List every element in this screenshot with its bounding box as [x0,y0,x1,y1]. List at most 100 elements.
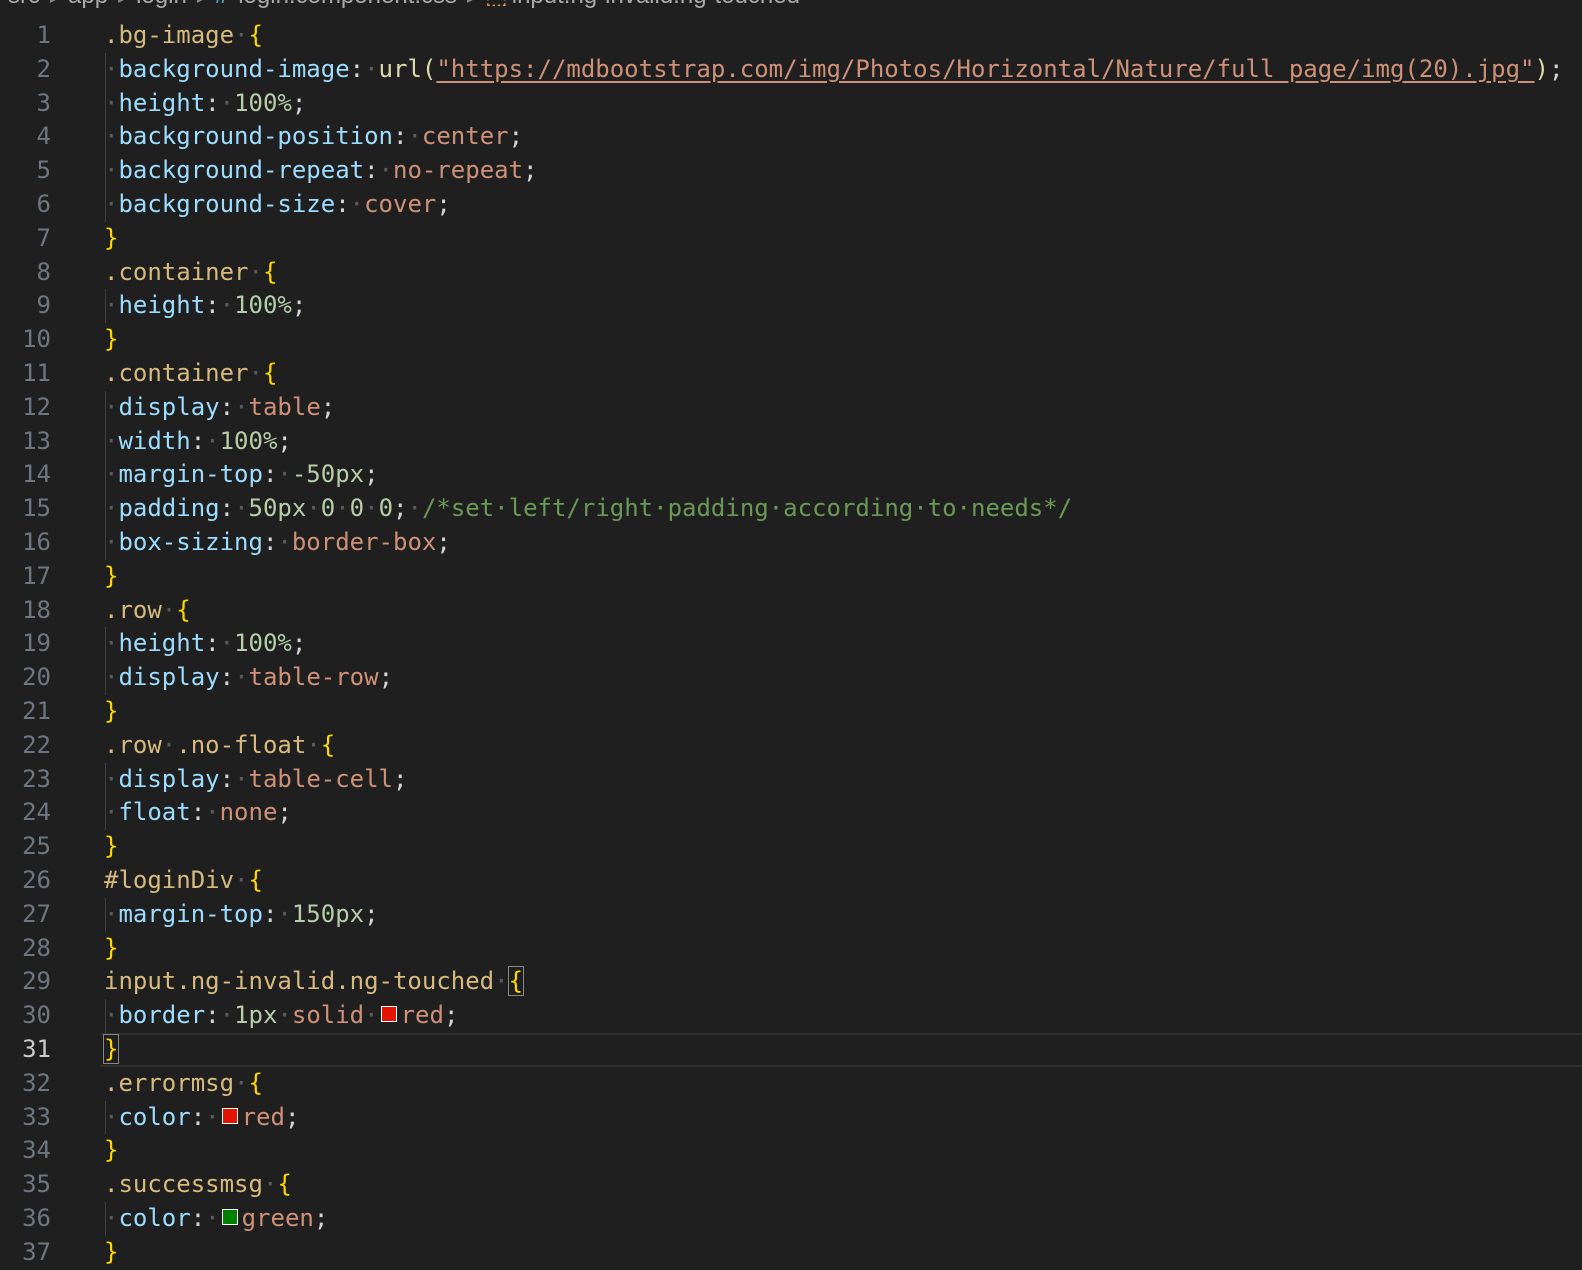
code-token: height [118,88,206,117]
code-token: 100% [234,629,292,658]
code-line[interactable]: 13 ·width:·100%; [0,424,1582,459]
line-number: 18 [22,595,51,624]
code-line[interactable]: 25} [0,830,1582,864]
breadcrumb-item-file[interactable]: login.component.css [238,0,457,9]
code-token: ; [443,1001,459,1030]
line-number: 36 [22,1203,51,1232]
line-number: 33 [22,1102,51,1131]
code-token: color [118,1102,191,1131]
code-token: · [205,798,220,827]
code-line[interactable]: 21} [0,695,1582,729]
code-token: } [104,1237,119,1266]
code-token: 100% [234,88,292,117]
color-swatch-icon[interactable] [221,1107,238,1124]
code-token: red [241,1102,285,1131]
code-token: table [248,392,321,421]
code-token: 0 [320,494,336,523]
code-token: · [104,1102,119,1131]
code-text: .row·{ [104,594,191,628]
code-line[interactable]: 4 ·background-position:·center; [0,120,1582,155]
line-number: 29 [22,967,51,996]
code-line[interactable]: 18 .row·{ [0,594,1582,628]
code-text: } [104,1236,118,1270]
color-swatch-icon[interactable] [380,1006,397,1023]
code-token: ; [291,291,307,320]
line-number: 20 [22,663,51,692]
code-line[interactable]: 3 ·height:·100%; [0,86,1582,121]
code-line[interactable]: 1 .bg-image·{ [0,19,1582,53]
code-line[interactable]: 10} [0,323,1582,357]
chevron-right-icon: ▸ [50,0,58,7]
breadcrumb-item-src[interactable]: src [8,0,40,9]
code-token: ; [277,426,292,455]
code-token: ; [393,764,408,793]
code-token: : [393,122,408,151]
breadcrumb-item-app[interactable]: app [68,0,108,9]
code-token: { [262,257,278,286]
code-line[interactable]: 12 ·display:·table; [0,390,1582,425]
code-token: · [104,460,119,489]
code-token: · [407,494,422,523]
color-swatch-icon[interactable] [221,1208,238,1225]
code-line[interactable]: 26 #loginDiv·{ [0,864,1582,898]
code-line[interactable]: 31} [0,1032,1582,1067]
code-line[interactable]: 37} [0,1236,1582,1270]
code-line[interactable]: 32 .errormsg·{ [0,1067,1582,1101]
code-line[interactable]: 7} [0,222,1582,256]
code-token: 0 [349,494,365,523]
code-token: .container [104,358,249,387]
code-token: : [219,764,235,793]
code-line[interactable]: 15 ·padding:·50px·0·0·0;·/*set·left/right… [0,492,1582,526]
code-text: ·height:·100%; [104,627,306,661]
code-line[interactable]: 34} [0,1134,1582,1168]
breadcrumb-item-login[interactable]: login [136,0,187,9]
code-line[interactable]: 17} [0,560,1582,594]
code-line[interactable]: 11 .container·{ [0,357,1582,391]
code-line[interactable]: 16 ·box-sizing:·border-box; [0,525,1582,560]
code-token: } [104,1136,119,1165]
code-token: input.ng-invalid.ng-touched [104,967,495,996]
line-number: 16 [22,527,51,556]
code-line[interactable]: 14 ·margin-top:·-50px; [0,458,1582,493]
code-line[interactable]: 36 ·color:· green; [0,1201,1582,1236]
code-line[interactable]: 5 ·background-repeat:·no-repeat; [0,154,1582,188]
code-token: /*set·left/right·padding·according·to·ne… [421,494,1073,523]
code-token: float [118,798,191,827]
code-line[interactable]: 19 ·height:·100%; [0,627,1582,662]
code-token: : [190,798,206,827]
code-text: } [104,222,118,256]
line-number: 24 [22,798,51,827]
line-number: 35 [22,1170,51,1199]
chevron-right-icon: ▸ [118,0,126,7]
code-line[interactable]: 24 ·float:·none; [0,796,1582,831]
code-line[interactable]: 33 ·color:· red; [0,1100,1582,1135]
code-line[interactable]: 30 ·border:·1px·solid· red; [0,999,1582,1033]
code-line[interactable]: 6 ·background-size:·cover; [0,187,1582,222]
code-line[interactable]: 23 ·display:·table-cell; [0,762,1582,797]
code-token: .bg-image [104,21,235,49]
code-line[interactable]: 22 .row·.no-float·{ [0,729,1582,763]
code-line[interactable]: 35 .successmsg·{ [0,1168,1582,1202]
code-line[interactable]: 2 ·background-image:·url("https://mdboots… [0,52,1582,87]
code-line[interactable]: 20 ·display:·table-row; [0,661,1582,695]
line-number: 37 [22,1237,51,1266]
code-line[interactable]: 9 ·height:·100%; [0,289,1582,324]
code-token: 150px [291,899,365,928]
code-line[interactable]: 8 .container·{ [0,256,1582,290]
code-text: input.ng-invalid.ng-touched·{ [104,965,525,999]
code-token: .row [104,595,162,624]
code-line[interactable]: 28} [0,932,1582,966]
code-token: · [104,291,119,320]
code-token: : [205,291,220,320]
line-number: 13 [22,426,51,455]
code-token: : [262,899,278,928]
code-line[interactable]: 29 input.ng-invalid.ng-touched·{ [0,965,1582,999]
line-number: 31 [22,1034,51,1063]
code-token: red [400,1001,444,1030]
line-number: 9 [36,291,51,320]
code-editor[interactable]: 1 .bg-image·{2 ·background-image:·url("htt… [0,19,1582,1269]
breadcrumb-item-symbol[interactable]: input.ng-invalid.ng-touched [512,0,800,9]
code-line[interactable]: 27 ·margin-top:·150px; [0,897,1582,932]
code-token: { [277,1170,292,1199]
code-token: · [234,663,249,692]
